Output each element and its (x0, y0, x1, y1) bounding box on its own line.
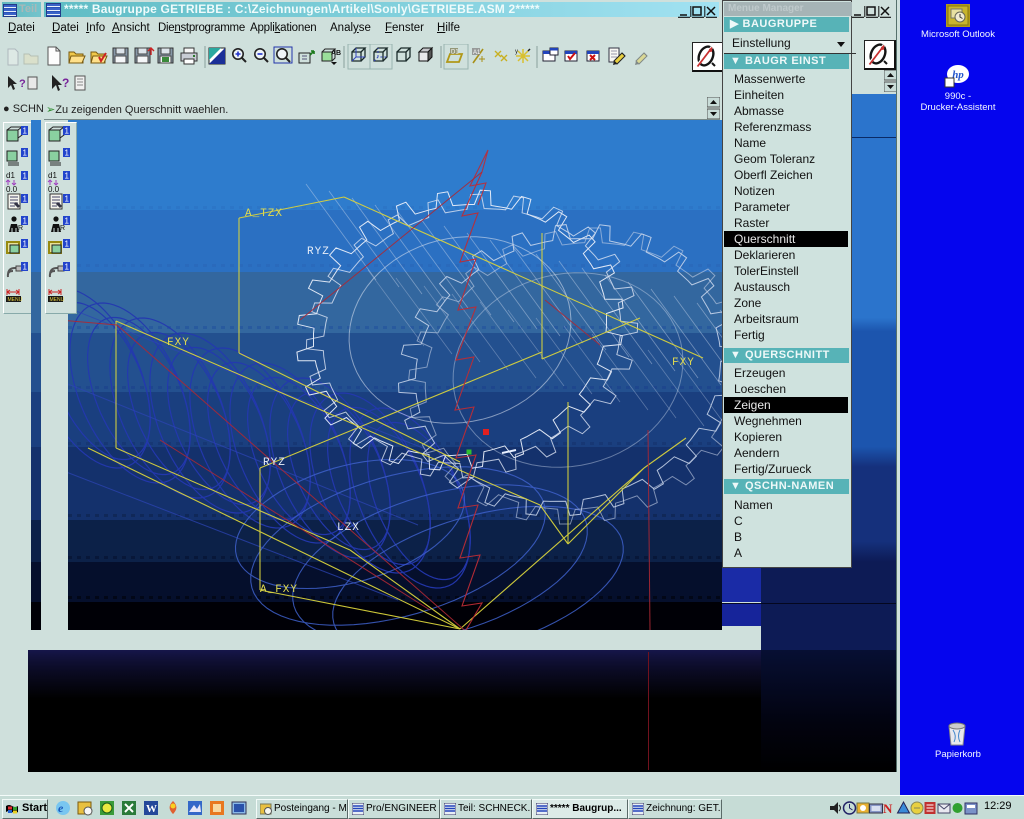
svg-text:W: W (146, 803, 157, 815)
svg-text:1: 1 (65, 172, 70, 181)
svg-text:A_TZX: A_TZX (245, 208, 283, 220)
svg-text:0.0: 0.0 (6, 185, 18, 194)
svg-text:1: 1 (23, 149, 28, 158)
svg-text:MENU: MENU (8, 297, 23, 303)
svg-text:1: 1 (65, 195, 70, 204)
svg-text:1: 1 (65, 149, 70, 158)
svg-text:RYZ: RYZ (307, 246, 330, 258)
svg-text:1: 1 (65, 240, 70, 249)
svg-text:R: R (18, 225, 23, 232)
svg-text:1: 1 (23, 195, 28, 204)
svg-text:N: N (883, 801, 893, 816)
svg-text:RYZ: RYZ (263, 457, 286, 469)
svg-text:A_FXY: A_FXY (260, 584, 298, 596)
svg-text:R: R (60, 225, 65, 232)
svg-text:1: 1 (65, 127, 70, 136)
svg-text:A1: A1 (473, 50, 481, 56)
svg-text:?: ? (19, 78, 26, 90)
svg-text:MENU: MENU (50, 297, 65, 303)
svg-text:1: 1 (23, 263, 28, 272)
svg-text:FXY: FXY (672, 357, 695, 369)
svg-text:0.0: 0.0 (48, 185, 60, 194)
svg-text:y: y (515, 49, 518, 55)
svg-text:1: 1 (65, 217, 70, 226)
svg-text:1: 1 (23, 240, 28, 249)
svg-text:?: ? (62, 76, 69, 90)
svg-text:AB: AB (331, 50, 341, 57)
svg-text:d1: d1 (48, 171, 57, 180)
svg-text:1: 1 (23, 172, 28, 181)
svg-text:FXY: FXY (167, 337, 190, 349)
svg-text:LZX: LZX (337, 522, 360, 534)
svg-text:1: 1 (65, 263, 70, 272)
svg-text:d1: d1 (6, 171, 15, 180)
svg-text:e: e (58, 801, 64, 815)
svg-text:D1: D1 (451, 50, 459, 56)
svg-text:1: 1 (23, 127, 28, 136)
svg-text:1: 1 (23, 217, 28, 226)
